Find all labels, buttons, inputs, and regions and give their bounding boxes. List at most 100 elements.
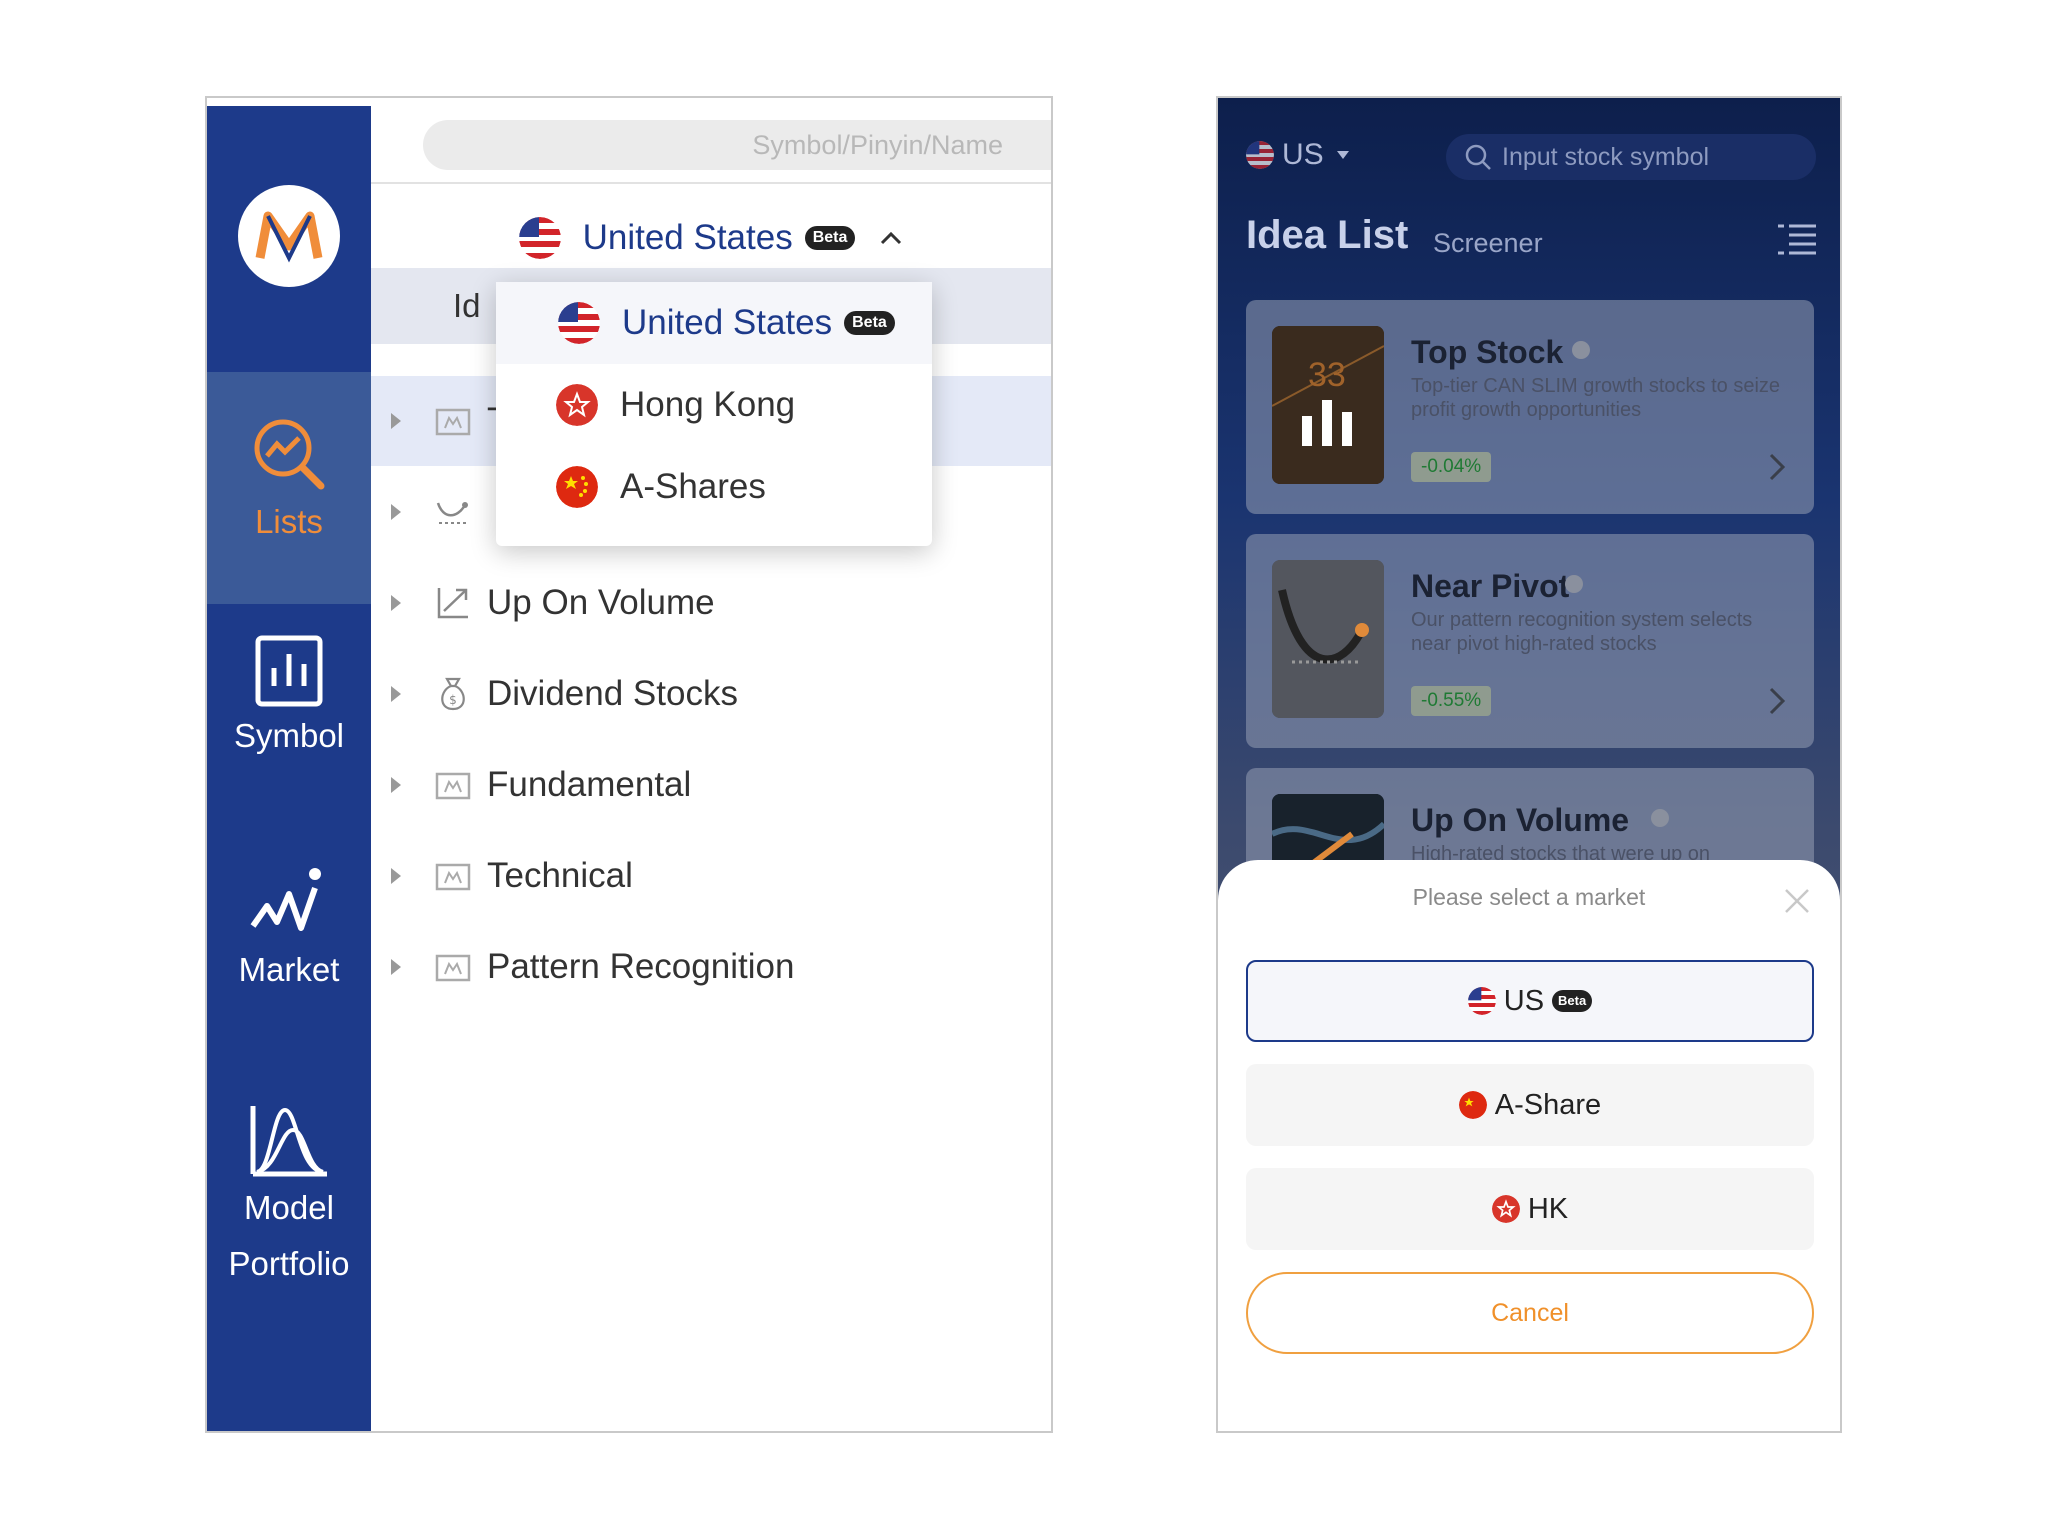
sheet-option-a-share[interactable]: A-Share [1246,1064,1814,1146]
card-change: -0.04% [1411,452,1492,482]
idea-card-near-pivot[interactable]: Near Pivot Our pattern recognition syste… [1246,534,1814,748]
card-description: Our pattern recognition system selects n… [1411,609,1753,655]
market-selector-label: United States [582,218,793,257]
chevron-right-icon [1769,687,1786,715]
expand-caret-icon[interactable] [391,686,401,702]
model-portfolio-icon [250,1106,327,1177]
rail-item-lists[interactable]: Lists [207,372,371,604]
mobile-market-selector[interactable]: US [1246,138,1350,172]
tree-row-label: Dividend Stocks [487,674,738,713]
trend-up-icon [435,585,471,621]
help-icon[interactable] [1564,574,1584,594]
rail-item-model-portfolio[interactable]: Model Portfolio [207,1094,371,1334]
card-title: Near Pivot [1411,568,1570,604]
money-bag-icon: $ [435,676,471,712]
symbol-search-input[interactable]: Symbol/Pinyin/Name [423,120,1051,170]
us-flag-icon [1467,987,1496,1015]
folder-icon [435,949,471,985]
tree-row-label: Technical [487,856,633,895]
hk-flag-icon [1491,1195,1520,1223]
expand-caret-icon[interactable] [391,504,401,520]
market-dropdown: United States Beta Hong Kong A-Shares [496,282,932,546]
tab-idea-list[interactable]: Id [453,268,481,344]
us-flag-icon [558,302,600,344]
expand-caret-icon[interactable] [391,959,401,975]
dropdown-option-us[interactable]: United States Beta [496,282,932,364]
rail-label-model-portfolio: Model Portfolio [228,1189,350,1282]
tree-row-dividend-stocks[interactable]: $ Dividend Stocks [391,664,1051,724]
tab-idea-list[interactable]: Idea List [1246,213,1408,258]
list-menu-icon[interactable] [1778,223,1816,255]
rail-item-market[interactable]: Market [207,866,371,1066]
app-logo[interactable] [238,185,340,287]
side-rail: Lists Symbol Market Model Portfolio [207,106,371,1431]
dropdown-option-label: United States [622,303,833,342]
pivot-icon [435,494,471,530]
cancel-button[interactable]: Cancel [1246,1272,1814,1354]
cn-flag-icon [1458,1091,1487,1119]
dropdown-option-cn[interactable]: A-Shares [496,446,932,528]
beta-badge: Beta [804,226,856,250]
logo-icon [255,211,323,263]
tree-row-up-on-volume[interactable]: Up On Volume [391,573,1051,633]
sheet-option-label: A-Share [1494,1088,1602,1121]
mobile-market-label: US [1282,138,1324,171]
sheet-option-hk[interactable]: HK [1246,1168,1814,1250]
market-icon [250,868,321,931]
tree-row-label: Pattern Recognition [487,947,795,986]
tree-row-label: Fundamental [487,765,692,804]
mobile-search-input[interactable]: Input stock symbol [1446,134,1816,180]
mobile-screen: US Input stock symbol Idea List Screener [1216,96,1842,1433]
caret-down-icon [1336,151,1349,159]
expand-caret-icon[interactable] [391,777,401,793]
card-title: Top Stock [1411,334,1564,370]
tree-row-technical[interactable]: Technical [391,846,1051,906]
tree-row-label: Up On Volume [487,583,715,622]
beta-badge: Beta [1552,990,1593,1012]
rail-label-market: Market [238,951,340,988]
card-thumbnail-number: 33 [1308,356,1346,394]
svg-text:$: $ [449,693,457,707]
help-icon[interactable] [1571,340,1591,360]
card-thumbnail [1272,560,1384,718]
rail-label-symbol: Symbol [233,717,345,754]
folder-icon [435,767,471,803]
desktop-main: Symbol/Pinyin/Name United States Beta Id… [371,98,1051,1431]
expand-caret-icon[interactable] [391,868,401,884]
cn-flag-icon [556,466,598,508]
desktop-window: Lists Symbol Market Model Portfolio Symb… [205,96,1053,1433]
tree-row-pattern-recognition[interactable]: Pattern Recognition [391,937,1051,997]
expand-caret-icon[interactable] [391,595,401,611]
market-selector[interactable]: United States Beta [371,208,1051,268]
rail-item-symbol[interactable]: Symbol [207,634,371,834]
close-icon[interactable] [1784,888,1810,914]
dropdown-option-label: A-Shares [620,467,766,506]
card-title: Up On Volume [1411,802,1630,838]
mobile-header: US Input stock symbol Idea List Screener [1218,98,1840,298]
dropdown-option-hk[interactable]: Hong Kong [496,364,932,446]
tree-row-fundamental[interactable]: Fundamental [391,755,1051,815]
help-icon[interactable] [1650,808,1670,828]
expand-caret-icon[interactable] [391,413,401,429]
card-description: Top-tier CAN SLIM growth stocks to seize… [1411,375,1781,421]
chevron-up-icon[interactable] [879,230,903,246]
mobile-search-placeholder: Input stock symbol [1502,142,1710,171]
sheet-option-label: HK [1527,1192,1569,1225]
card-thumbnail: 33 [1272,326,1384,484]
tab-screener[interactable]: Screener [1433,228,1543,259]
idea-card-top-stock[interactable]: 33 Top Stock Top-tier CAN SLIM growth st… [1246,300,1814,514]
search-icon [1465,144,1491,170]
folder-icon [435,858,471,894]
beta-badge: Beta [844,311,895,335]
card-change: -0.55% [1411,686,1492,716]
dropdown-option-label: Hong Kong [620,385,796,424]
sheet-title: Please select a market [1412,884,1646,910]
symbol-icon [255,635,323,707]
pivot-chart-icon [1272,560,1384,718]
lists-icon [254,419,325,490]
market-select-sheet: Please select a market US Beta A-Share H… [1218,860,1840,1431]
us-flag-icon [518,217,561,259]
header-divider [371,182,1051,184]
sheet-option-us[interactable]: US Beta [1246,960,1814,1042]
bar-chart-icon [1272,326,1384,484]
